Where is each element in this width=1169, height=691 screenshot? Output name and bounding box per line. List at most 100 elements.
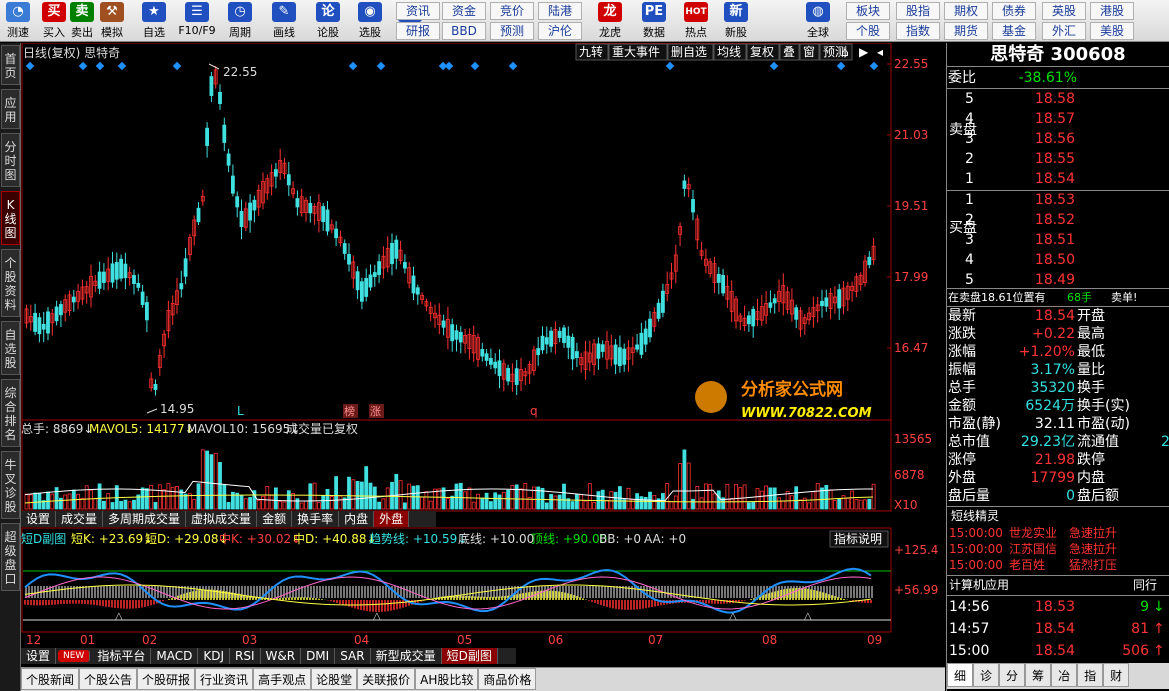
left-tab-5[interactable]: 个股资料 <box>1 249 20 317</box>
indicator-tab[interactable]: DMI <box>301 648 336 664</box>
toolbar-link[interactable]: 资金 <box>442 2 486 20</box>
left-tab-9[interactable]: 超级盘口 <box>1 523 20 591</box>
right-tab[interactable]: 细 <box>947 663 974 687</box>
toolbar-button-dragon[interactable]: 龙龙虎 <box>592 2 628 40</box>
news-tab[interactable]: 商品价格 <box>478 668 537 690</box>
candle <box>562 327 566 343</box>
toolbar-link[interactable]: 竞价 <box>490 2 534 20</box>
toolbar-button-pe[interactable]: PE 数据 <box>636 2 672 40</box>
right-tab[interactable]: 指 <box>1077 663 1104 687</box>
event-diamond-icon <box>348 61 358 71</box>
indicator-tab[interactable]: KDJ <box>198 648 230 664</box>
toolbar-button-discuss[interactable]: 论论股 <box>310 2 346 40</box>
toolbar-button-pick[interactable]: ◉ 选股 <box>352 2 388 40</box>
toolbar-button-pencil[interactable]: ✎ 画线 <box>266 2 302 40</box>
toolbar-button-list[interactable]: ☰ F10/F9 <box>174 2 220 40</box>
toolbar-link[interactable]: 研报 <box>396 22 440 40</box>
star-icon: ★ <box>142 2 166 22</box>
right-tab[interactable]: 分 <box>999 663 1026 687</box>
toolbar-link[interactable]: 期货 <box>944 22 988 40</box>
toolbar-button-newstock[interactable]: 新新股 <box>718 2 754 40</box>
toolbar-link[interactable]: 基金 <box>992 22 1036 40</box>
tick-arrow: ↑ <box>1153 621 1165 637</box>
toolbar-link[interactable]: 沪伦 <box>538 22 582 40</box>
news-tab[interactable]: 高手观点 <box>253 668 312 690</box>
toolbar-link[interactable]: 陆港 <box>538 2 582 20</box>
toolbar-link[interactable]: BBD <box>442 22 486 40</box>
left-tab-2[interactable]: 应用 <box>1 89 20 129</box>
grey-band <box>442 586 444 598</box>
toolbar-link[interactable]: 指数 <box>896 22 940 40</box>
toolbar-button-speed[interactable]: ◔ 测速 <box>0 2 36 40</box>
volume-tab[interactable]: 设置 <box>21 511 57 527</box>
volume-tab[interactable]: 多周期成交量 <box>103 511 187 527</box>
right-tab[interactable]: 冶 <box>1051 663 1078 687</box>
left-tab-1[interactable]: 首页 <box>1 45 20 85</box>
kline-chart[interactable]: 日线(复权) 思特奇 九转 重大事件 删自选 均线 复权叠窗预测⌂ ▶ ◂22.5521.03… <box>21 43 945 648</box>
candle <box>454 330 459 340</box>
toolbar-link[interactable]: 预测 <box>490 22 534 40</box>
indicator-tab[interactable]: 指标平台 <box>92 648 152 664</box>
volume-bar <box>759 490 764 510</box>
toolbar-link[interactable]: 港股 <box>1090 2 1134 20</box>
toolbar-link[interactable]: 外汇 <box>1042 22 1086 40</box>
news-tab[interactable]: 个股新闻 <box>21 668 80 690</box>
toolbar-button-hammer[interactable]: ⚒ 模拟 <box>94 2 130 40</box>
indicator-tab[interactable]: 设置 <box>21 648 57 664</box>
hammer-icon: ⚒ <box>100 2 124 22</box>
indicator-tab[interactable]: 新型成交量 <box>371 648 442 664</box>
toolbar-link[interactable]: 美股 <box>1090 22 1134 40</box>
marker-1: 榜 <box>344 404 355 418</box>
ask-level-no: 4 <box>965 111 974 127</box>
left-tab-4[interactable]: K线图 <box>1 191 20 245</box>
indicator-tab[interactable]: SAR <box>335 648 371 664</box>
right-tab[interactable]: 诊 <box>973 663 1000 687</box>
toolbar-button-hot[interactable]: HOT 热点 <box>678 2 714 40</box>
toolbar-link[interactable]: 英股 <box>1042 2 1086 20</box>
indicator-tab[interactable]: RSI <box>230 648 261 664</box>
volume-tab[interactable]: 外盘 <box>374 511 410 527</box>
toolbar-link[interactable]: 期权 <box>944 2 988 20</box>
indicator-tab[interactable]: 短D副图 <box>441 648 498 664</box>
volume-bar <box>312 482 317 510</box>
right-tab[interactable]: 筹 <box>1025 663 1052 687</box>
volume-bar <box>278 500 283 510</box>
volume-bar <box>583 500 588 510</box>
chart-menu-label: 九转 <box>579 44 603 59</box>
news-tab[interactable]: 行业资讯 <box>195 668 254 690</box>
volume-tab[interactable]: 金额 <box>257 511 293 527</box>
toolbar-button-clock[interactable]: ◷ 周期 <box>222 2 258 40</box>
ind-top: 顶线: +90.00 <box>531 532 607 546</box>
news-tab[interactable]: 关联报价 <box>357 668 416 690</box>
volume-tab[interactable]: 内盘 <box>339 511 375 527</box>
volume-bar <box>377 501 382 510</box>
kline-chart-area[interactable]: 日线(复权) 思特奇 九转 重大事件 删自选 均线 复权叠窗预测 ⌂ ▶ ◂ 22.55 21.03… <box>21 43 945 648</box>
toolbar-link[interactable]: 资讯 <box>396 2 440 20</box>
left-tab-3[interactable]: 分时图 <box>1 133 20 187</box>
volume-tab[interactable]: 成交量 <box>56 511 104 527</box>
left-tab-7[interactable]: 综合排名 <box>1 379 20 447</box>
toolbar-link[interactable]: 板块 <box>846 2 890 20</box>
indicator-tab[interactable]: MACD <box>151 648 199 664</box>
toolbar-button-star[interactable]: ★ 自选 <box>136 2 172 40</box>
left-tab-8[interactable]: 牛叉诊股 <box>1 451 20 519</box>
news-tab[interactable]: AH股比较 <box>415 668 479 690</box>
tick-price: 18.54 <box>1034 621 1075 637</box>
news-tab[interactable]: 个股公告 <box>79 668 138 690</box>
right-bottom-tabs: 细诊分筹冶指财 <box>947 663 1169 689</box>
right-tab[interactable]: 财 <box>1103 663 1130 687</box>
left-tab-6[interactable]: 自选股 <box>1 321 20 375</box>
new-badge[interactable]: NEW <box>58 650 91 662</box>
toolbar-button-globe[interactable]: ◍ 全球 <box>800 2 836 40</box>
indicator-tab[interactable]: W&R <box>261 648 302 664</box>
candle <box>347 254 351 265</box>
news-tab[interactable]: 个股研报 <box>137 668 196 690</box>
news-tab[interactable]: 论股堂 <box>311 668 358 690</box>
high-pointer <box>208 63 220 70</box>
toolbar-link[interactable]: 债券 <box>992 2 1036 20</box>
volume-tab[interactable]: 虚拟成交量 <box>186 511 258 527</box>
toolbar-link[interactable]: 个股 <box>846 22 890 40</box>
elf-title[interactable]: 短线精灵 <box>951 507 999 524</box>
toolbar-link[interactable]: 股指 <box>896 2 940 20</box>
volume-tab[interactable]: 换手率 <box>292 511 340 527</box>
